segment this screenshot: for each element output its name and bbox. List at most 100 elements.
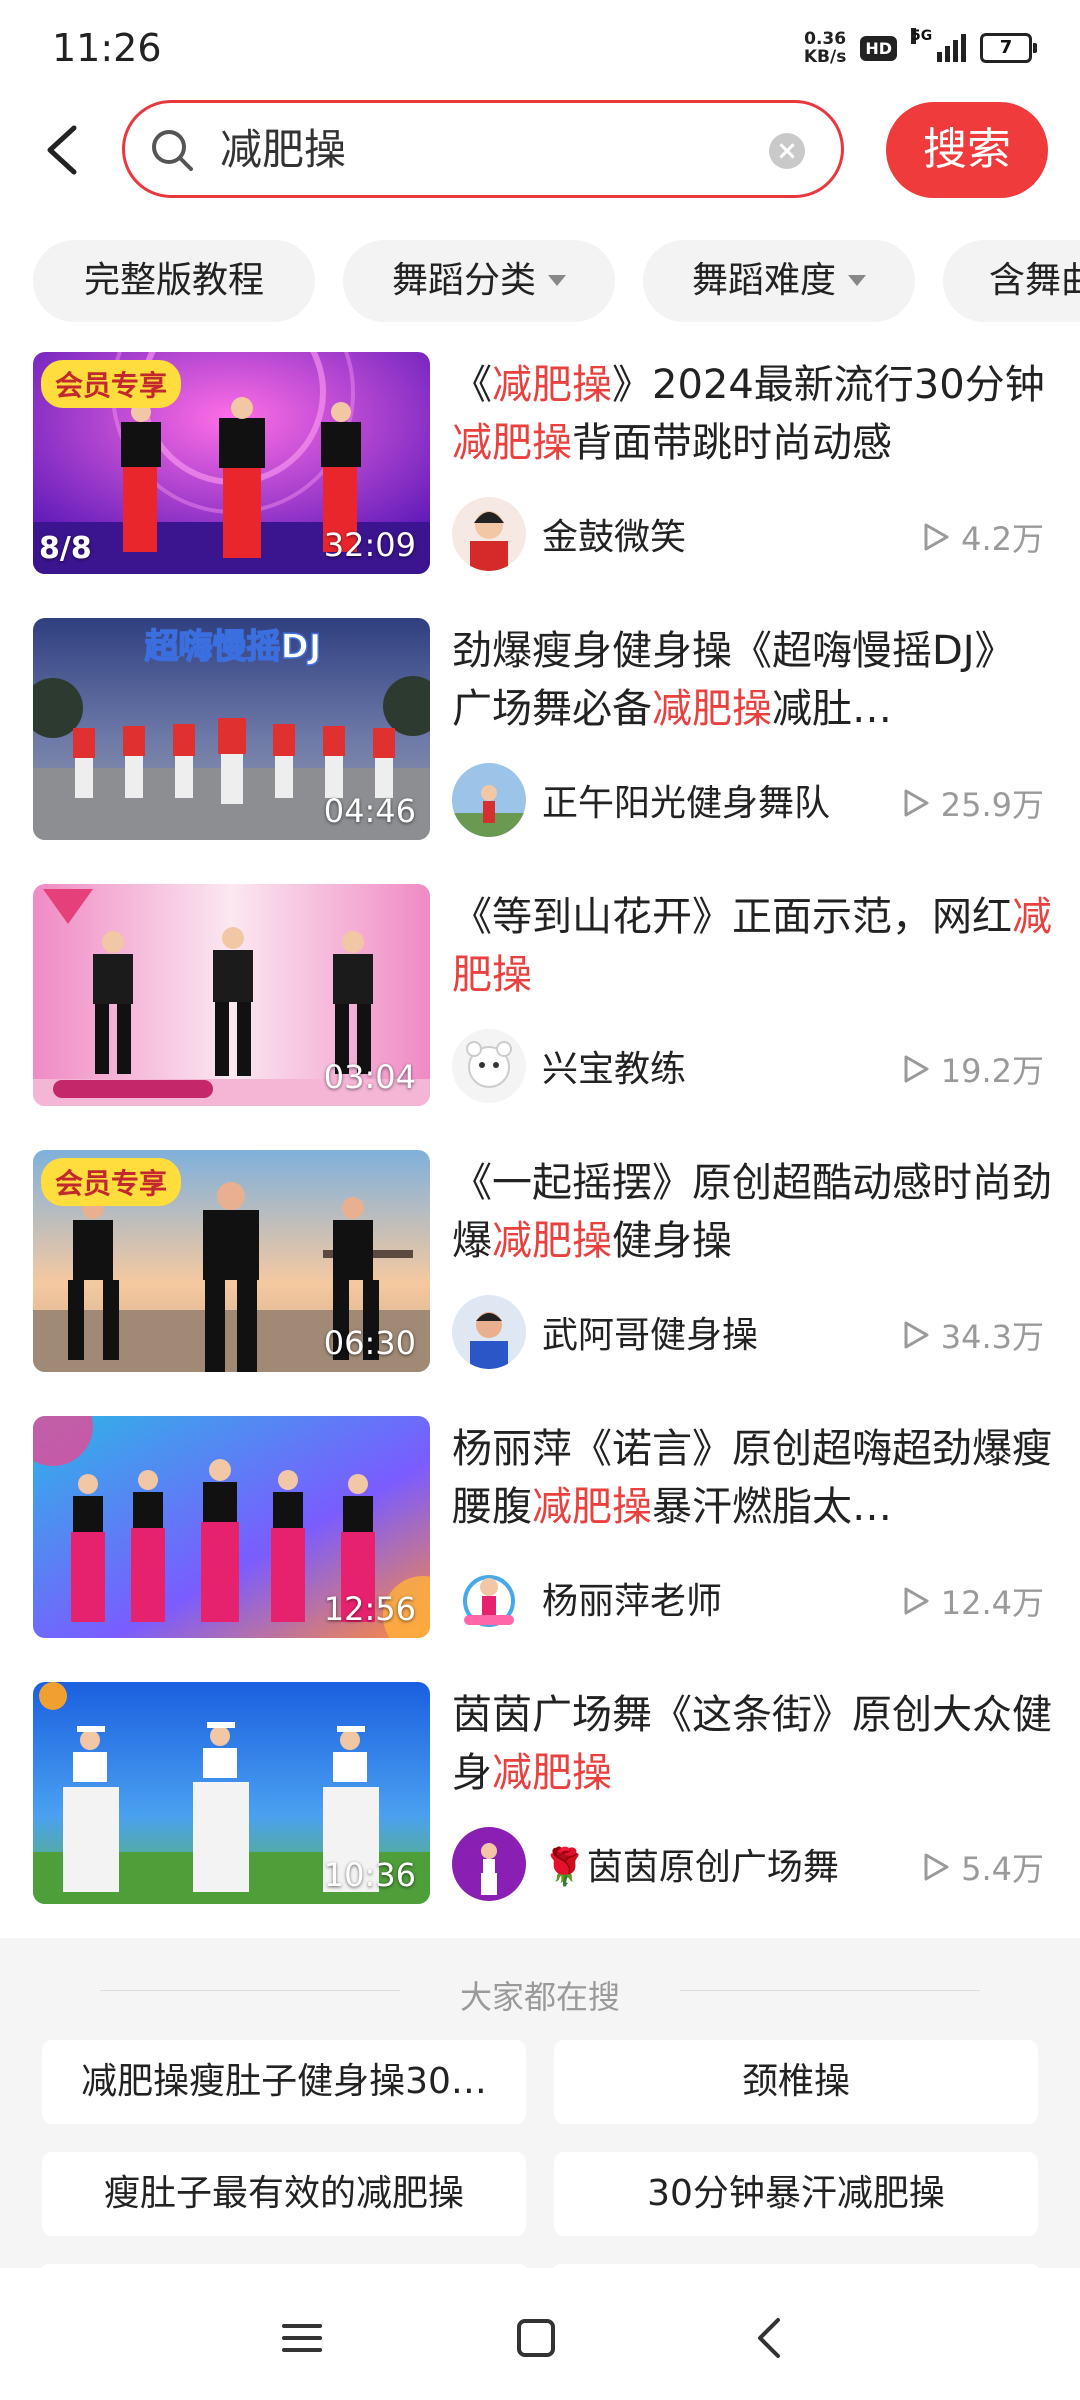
- author[interactable]: 🌹茵茵原创广场舞: [452, 1826, 839, 1902]
- title-keyword-highlight: 减肥操: [492, 1218, 612, 1264]
- title-text: 《: [452, 362, 492, 408]
- network-speed: 0.36 KB/s: [804, 30, 846, 66]
- search-button[interactable]: 搜索: [886, 102, 1048, 198]
- video-item[interactable]: 03:04 《等到山花开》正面示范，网红减肥操 兴宝教练 19.2万: [0, 868, 1080, 1134]
- system-navigation-bar: [0, 2268, 1080, 2400]
- title-keyword-highlight: 减肥操: [532, 1484, 652, 1530]
- play-icon: [924, 1853, 949, 1881]
- hot-search-item[interactable]: 30分钟暴汗减肥操: [554, 2152, 1038, 2236]
- author-name: 金鼓微笑: [542, 517, 687, 558]
- title-keyword-highlight: 减肥操: [452, 420, 572, 466]
- play-icon: [904, 1055, 929, 1083]
- title-keyword-highlight: 减肥操: [652, 686, 772, 732]
- title-text: 背面带跳时尚动感: [572, 420, 892, 466]
- video-duration: 32:09: [323, 526, 416, 564]
- network-type: 5G: [911, 28, 933, 44]
- video-thumbnail[interactable]: 会员专享 8/8 32:09: [33, 352, 430, 574]
- back-button[interactable]: [32, 118, 96, 182]
- video-thumbnail[interactable]: 会员专享 06:30: [33, 1150, 430, 1372]
- network-speed-unit: KB/s: [803, 47, 847, 67]
- status-time: 11:26: [52, 26, 162, 70]
- filter-chip-full-tutorial[interactable]: 完整版教程: [33, 240, 315, 322]
- avatar: [452, 497, 526, 571]
- video-thumbnail[interactable]: 10:36: [33, 1682, 430, 1904]
- play-icon: [904, 1587, 929, 1615]
- hot-search-item[interactable]: 瘦肚子最有效的减肥操: [42, 2152, 526, 2236]
- video-thumbnail[interactable]: 03:04: [33, 884, 430, 1106]
- hot-search-item[interactable]: 减肥操瘦肚子健身操30…: [42, 2040, 526, 2124]
- divider: [680, 1990, 980, 1991]
- video-item[interactable]: 会员专享 06:30 《一起摇摆》原创超酷动感时尚劲爆减肥操健身操 武阿哥健身操…: [0, 1134, 1080, 1400]
- hot-searches-section: 大家都在搜 减肥操瘦肚子健身操30… 颈椎操 瘦肚子最有效的减肥操 30分钟暴汗…: [0, 1938, 1080, 2270]
- avatar: [452, 1029, 526, 1103]
- view-count-text: 19.2万: [940, 1052, 1044, 1090]
- play-icon: [904, 1321, 929, 1349]
- avatar: [452, 1827, 526, 1901]
- author[interactable]: 正午阳光健身舞队: [452, 762, 830, 838]
- play-icon: [904, 789, 929, 817]
- episode-count: 8/8: [39, 531, 92, 566]
- video-title[interactable]: 《减肥操》2024最新流行30分钟减肥操背面带跳时尚动感: [452, 356, 1052, 472]
- author[interactable]: 兴宝教练: [452, 1028, 686, 1104]
- view-count-text: 4.2万: [961, 520, 1044, 558]
- filter-chip-dance-difficulty[interactable]: 舞蹈难度: [643, 240, 915, 322]
- video-item[interactable]: 12:56 杨丽萍《诺言》原创超嗨超劲爆瘦腰腹减肥操暴汗燃脂太… 杨丽萍老师 1…: [0, 1400, 1080, 1666]
- video-item[interactable]: 超嗨慢摇DJ 04:46 劲爆瘦身健身操《超嗨慢摇DJ》广场舞必备减肥操减肚… …: [0, 602, 1080, 868]
- video-title[interactable]: 《一起摇摆》原创超酷动感时尚劲爆减肥操健身操: [452, 1154, 1052, 1270]
- clear-icon[interactable]: ×: [769, 133, 805, 169]
- author-name: 🌹茵茵原创广场舞: [542, 1847, 839, 1888]
- back-chevron-icon: [758, 2318, 780, 2358]
- title-text: 暴汗燃脂太…: [652, 1484, 892, 1530]
- home-button[interactable]: [506, 2308, 566, 2368]
- video-thumbnail[interactable]: 12:56: [33, 1416, 430, 1638]
- video-item[interactable]: 10:36 茵茵广场舞《这条街》原创大众健身减肥操 🌹茵茵原创广场舞 5.4万: [0, 1666, 1080, 1932]
- search-input[interactable]: 减肥操 ×: [122, 100, 844, 198]
- view-count-text: 12.4万: [940, 1584, 1044, 1622]
- filter-chip-label: 完整版教程: [83, 260, 264, 301]
- title-text: 减肚…: [772, 686, 892, 732]
- title-text: 》2024最新流行30分钟: [612, 362, 1045, 408]
- system-back-button[interactable]: [740, 2308, 800, 2368]
- view-count-text: 25.9万: [940, 786, 1044, 824]
- video-thumbnail[interactable]: 超嗨慢摇DJ 04:46: [33, 618, 430, 840]
- video-duration: 10:36: [323, 1856, 416, 1894]
- status-icons: 0.36 KB/s HD 5G 7: [804, 28, 1037, 66]
- menu-icon: [282, 2324, 322, 2352]
- video-item[interactable]: 会员专享 8/8 32:09 《减肥操》2024最新流行30分钟减肥操背面带跳时…: [0, 336, 1080, 602]
- author-name: 正午阳光健身舞队: [542, 783, 831, 824]
- filter-chip-dance-category[interactable]: 舞蹈分类: [343, 240, 615, 322]
- view-count-text: 34.3万: [940, 1318, 1044, 1356]
- title-keyword-highlight: 减肥操: [492, 1750, 612, 1796]
- video-title[interactable]: 《等到山花开》正面示范，网红减肥操: [452, 888, 1052, 1004]
- video-duration: 06:30: [323, 1324, 416, 1362]
- search-query: 减肥操: [220, 125, 347, 174]
- video-title[interactable]: 劲爆瘦身健身操《超嗨慢摇DJ》广场舞必备减肥操减肚…: [452, 622, 1052, 738]
- video-title[interactable]: 杨丽萍《诺言》原创超嗨超劲爆瘦腰腹减肥操暴汗燃脂太…: [452, 1420, 1052, 1536]
- network-speed-value: 0.36: [804, 29, 847, 49]
- view-count: 5.4万: [921, 1844, 1044, 1890]
- filter-chip-with-music[interactable]: 含舞曲: [943, 240, 1080, 322]
- vip-badge: 会员专享: [41, 360, 182, 408]
- video-duration: 12:56: [323, 1590, 416, 1628]
- video-duration: 03:04: [323, 1058, 416, 1096]
- hot-searches-title: 大家都在搜: [459, 1978, 620, 2016]
- view-count-text: 5.4万: [961, 1850, 1044, 1888]
- title-text: 健身操: [612, 1218, 732, 1264]
- filter-chip-label: 舞蹈难度: [691, 260, 836, 301]
- view-count: 12.4万: [901, 1578, 1044, 1624]
- author[interactable]: 武阿哥健身操: [452, 1294, 758, 1370]
- hot-searches-header: 大家都在搜: [0, 1960, 1080, 2020]
- dropdown-caret-icon: [848, 274, 866, 286]
- view-count: 25.9万: [901, 780, 1044, 826]
- recent-apps-button[interactable]: [272, 2308, 332, 2368]
- hot-search-item[interactable]: 颈椎操: [554, 2040, 1038, 2124]
- author-name: 武阿哥健身操: [542, 1315, 759, 1356]
- avatar: [452, 1561, 526, 1635]
- video-title[interactable]: 茵茵广场舞《这条街》原创大众健身减肥操: [452, 1686, 1052, 1802]
- author[interactable]: 金鼓微笑: [452, 496, 686, 572]
- author-name: 兴宝教练: [542, 1049, 687, 1090]
- dropdown-caret-icon: [548, 274, 566, 286]
- title-text: 《等到山花开》正面示范，网红: [452, 894, 1012, 940]
- author[interactable]: 杨丽萍老师: [452, 1560, 722, 1636]
- status-bar: 11:26 0.36 KB/s HD 5G 7: [0, 0, 1080, 96]
